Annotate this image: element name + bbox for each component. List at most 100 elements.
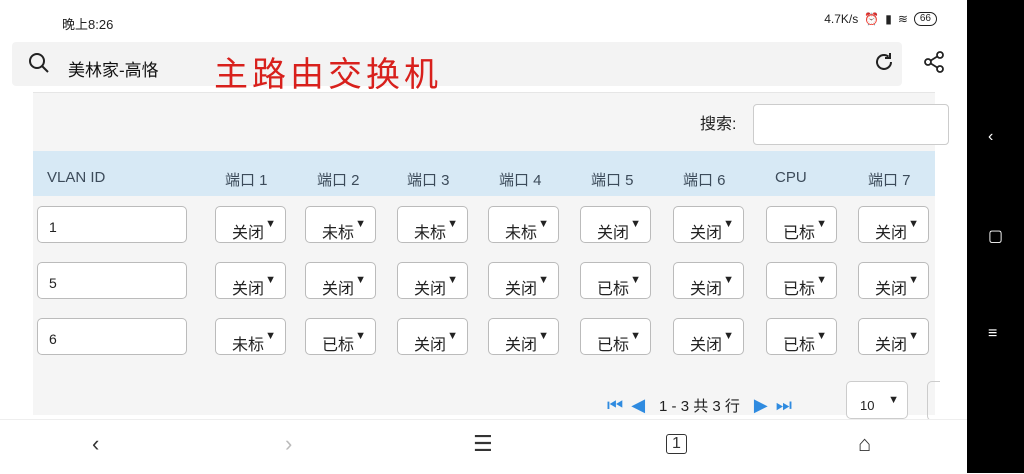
page-size-extra (927, 381, 940, 421)
system-nav: ‹ ▢ ≡ (967, 0, 1024, 473)
chevron-down-icon: ▼ (447, 274, 458, 286)
last-page-icon[interactable]: ⏭ (776, 395, 792, 416)
port-mode-select[interactable]: 关闭 ▼ (673, 206, 744, 243)
vlan-id-input[interactable]: 1 (37, 206, 187, 243)
column-header: 端口 7 (868, 172, 911, 189)
port-mode-select[interactable]: 关闭 ▼ (858, 262, 929, 299)
chevron-down-icon: ▼ (265, 218, 276, 230)
port-mode-select[interactable]: 关闭 ▼ (215, 262, 286, 299)
chevron-down-icon: ▼ (908, 330, 919, 342)
port-mode-value: 关闭 (875, 225, 908, 242)
port-mode-value: 关闭 (322, 281, 355, 298)
port-mode-select[interactable]: 关闭 ▼ (580, 206, 651, 243)
chevron-down-icon: ▼ (816, 330, 827, 342)
tabs-icon[interactable]: 1 (666, 434, 687, 454)
port-mode-value: 关闭 (414, 281, 447, 298)
column-header: 端口 5 (591, 172, 634, 189)
port-mode-value: 已标 (783, 225, 816, 242)
back-icon[interactable]: ‹ (92, 431, 99, 457)
chevron-down-icon: ▼ (723, 274, 734, 286)
forward-icon[interactable]: › (285, 431, 292, 457)
battery-icon: 66 (913, 12, 937, 26)
port-mode-value: 已标 (322, 337, 355, 354)
refresh-icon[interactable] (873, 51, 895, 73)
port-mode-select[interactable]: 已标 ▼ (305, 318, 376, 355)
chevron-down-icon: ▼ (355, 274, 366, 286)
status-right: 4.7K/s ⏰ ▮ ≋ 66 (824, 12, 937, 26)
table-search-input[interactable] (753, 104, 949, 145)
address-bar[interactable]: 美林家-高恪 (12, 42, 902, 86)
home-icon[interactable]: ⌂ (858, 431, 871, 457)
first-page-icon[interactable]: ⏮ (607, 395, 623, 416)
pagination-info: 1 - 3 共 3 行 (659, 397, 740, 415)
port-mode-select[interactable]: 已标 ▼ (580, 262, 651, 299)
port-mode-select[interactable]: 关闭 ▼ (215, 206, 286, 243)
port-mode-select[interactable]: 已标 ▼ (766, 262, 837, 299)
column-header: 端口 1 (225, 172, 268, 189)
column-header: 端口 6 (683, 172, 726, 189)
page-size-value: 10 (860, 398, 875, 413)
column-header: CPU (775, 169, 807, 186)
chevron-down-icon: ▼ (630, 274, 641, 286)
chevron-down-icon: ▼ (723, 218, 734, 230)
port-mode-value: 关闭 (690, 281, 723, 298)
port-mode-value: 已标 (597, 281, 630, 298)
port-mode-value: 关闭 (414, 337, 447, 354)
port-mode-select[interactable]: 关闭 ▼ (488, 262, 559, 299)
menu-icon[interactable]: ☰ (473, 431, 493, 457)
browser-nav-bar: ‹ › ☰ 1 ⌂ (0, 419, 967, 474)
port-mode-select[interactable]: 关闭 ▼ (305, 262, 376, 299)
chevron-down-icon: ▼ (908, 274, 919, 286)
alarm-icon: ⏰ (864, 12, 880, 26)
system-recents-icon[interactable]: ≡ (988, 325, 997, 343)
chevron-down-icon: ▼ (630, 330, 641, 342)
page-size-select[interactable]: 10 ▼ (846, 381, 908, 419)
column-header: 端口 3 (407, 172, 450, 189)
system-home-icon[interactable]: ▢ (988, 226, 1003, 246)
port-mode-select[interactable]: 未标 ▼ (215, 318, 286, 355)
prev-page-icon[interactable]: ◀ (631, 395, 645, 416)
port-mode-value: 关闭 (232, 281, 265, 298)
chevron-down-icon: ▼ (888, 394, 899, 406)
port-mode-select[interactable]: 关闭 ▼ (673, 318, 744, 355)
annotation-text: 主路由交换机 (214, 55, 442, 95)
port-mode-select[interactable]: 关闭 ▼ (673, 262, 744, 299)
chevron-down-icon: ▼ (816, 274, 827, 286)
port-mode-value: 未标 (414, 225, 447, 242)
port-mode-value: 关闭 (597, 225, 630, 242)
system-back-icon[interactable]: ‹ (988, 128, 993, 146)
port-mode-select[interactable]: 关闭 ▼ (858, 206, 929, 243)
chevron-down-icon: ▼ (816, 218, 827, 230)
vlan-id-input[interactable]: 5 (37, 262, 187, 299)
port-mode-value: 已标 (783, 281, 816, 298)
search-icon[interactable] (28, 52, 50, 74)
port-mode-value: 关闭 (690, 225, 723, 242)
port-mode-select[interactable]: 关闭 ▼ (488, 318, 559, 355)
port-mode-select[interactable]: 关闭 ▼ (397, 262, 468, 299)
port-mode-select[interactable]: 未标 ▼ (305, 206, 376, 243)
port-mode-value: 未标 (322, 225, 355, 242)
next-page-icon[interactable]: ▶ (754, 395, 768, 416)
port-mode-select[interactable]: 关闭 ▼ (858, 318, 929, 355)
port-mode-select[interactable]: 未标 ▼ (488, 206, 559, 243)
port-mode-value: 关闭 (875, 281, 908, 298)
network-speed: 4.7K/s (824, 12, 859, 26)
port-mode-select[interactable]: 已标 ▼ (580, 318, 651, 355)
port-mode-select[interactable]: 关闭 ▼ (397, 318, 468, 355)
vlan-id-input[interactable]: 6 (37, 318, 187, 355)
port-mode-select[interactable]: 已标 ▼ (766, 318, 837, 355)
chevron-down-icon: ▼ (538, 218, 549, 230)
share-icon[interactable] (922, 50, 946, 74)
port-mode-value: 未标 (505, 225, 538, 242)
port-mode-value: 关闭 (690, 337, 723, 354)
port-mode-value: 未标 (232, 337, 265, 354)
port-mode-select[interactable]: 已标 ▼ (766, 206, 837, 243)
port-mode-value: 关闭 (232, 225, 265, 242)
chevron-down-icon: ▼ (538, 274, 549, 286)
port-mode-select[interactable]: 未标 ▼ (397, 206, 468, 243)
chevron-down-icon: ▼ (723, 330, 734, 342)
port-mode-value: 关闭 (505, 281, 538, 298)
chevron-down-icon: ▼ (265, 330, 276, 342)
chevron-down-icon: ▼ (447, 218, 458, 230)
pagination: ⏮ ◀ 1 - 3 共 3 行 ▶ ⏭ (607, 394, 800, 416)
